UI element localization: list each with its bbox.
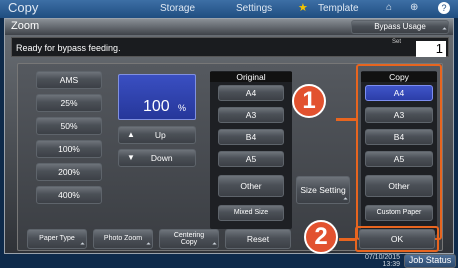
copy-size-other[interactable]: Other [365, 175, 433, 197]
copy-size-column: Copy A4 A3 B4 A5 Other Custom Paper [361, 71, 437, 235]
zoom-preset-ams[interactable]: AMS [36, 71, 102, 89]
help-icon[interactable]: ? [438, 2, 450, 14]
original-size-b4[interactable]: B4 [218, 129, 284, 145]
zoom-preset-100[interactable]: 100% [36, 140, 102, 158]
zoom-up-button[interactable]: ▲ Up [118, 126, 196, 144]
set-count: 1 [416, 41, 446, 57]
copy-size-a4[interactable]: A4 [365, 85, 433, 101]
bypass-usage-button[interactable]: Bypass Usage [351, 20, 449, 34]
zoom-preset-400[interactable]: 400% [36, 186, 102, 204]
dialog-title-bar: Zoom Bypass Usage [5, 19, 453, 35]
zoom-preset-25[interactable]: 25% [36, 94, 102, 112]
dialog-title: Zoom [11, 20, 40, 32]
callout-2-connector [339, 238, 357, 241]
custom-paper-button[interactable]: Custom Paper [365, 205, 433, 221]
reset-button[interactable]: Reset [225, 229, 291, 249]
arrow-down-icon: ▼ [127, 152, 135, 162]
globe-icon[interactable]: ⊕ [410, 2, 418, 13]
zoom-panel: AMS 25% 50% 100% 200% 400% 100 % ▲ Up ▼ … [17, 63, 443, 251]
tab-copy[interactable]: Copy [8, 0, 38, 15]
zoom-down-label: Down [150, 152, 173, 163]
zoom-value-display: 100 % [118, 74, 196, 120]
original-size-a3[interactable]: A3 [218, 107, 284, 123]
time-text: 13:39 [382, 261, 400, 268]
original-size-a4[interactable]: A4 [218, 85, 284, 101]
original-size-column: Original A4 A3 B4 A5 Other Mixed Size [210, 71, 292, 229]
original-size-other[interactable]: Other [218, 175, 284, 197]
status-message: Ready for bypass feeding. [16, 43, 121, 53]
original-header: Original [210, 72, 292, 82]
centering-copy-button[interactable]: Centering Copy [159, 229, 219, 249]
copy-header: Copy [361, 72, 437, 82]
zoom-down-button[interactable]: ▼ Down [118, 149, 196, 167]
tab-storage[interactable]: Storage [160, 3, 195, 14]
original-size-a5[interactable]: A5 [218, 151, 284, 167]
home-icon[interactable]: ⌂ [386, 2, 392, 13]
callout-1-badge: 1 [292, 84, 326, 118]
callout-2-badge: 2 [304, 220, 338, 254]
callout-1-connector [336, 118, 358, 121]
date-text: 07/10/2015 [364, 254, 400, 261]
top-bar: Copy Storage Settings ★ Template ⌂ ⊕ ? [0, 0, 458, 18]
datetime-display: 07/10/2015 13:39 [350, 254, 400, 268]
zoom-up-label: Up [154, 129, 166, 140]
paper-type-button[interactable]: Paper Type [27, 229, 87, 249]
zoom-preset-200[interactable]: 200% [36, 163, 102, 181]
zoom-dialog: Zoom Bypass Usage Ready for bypass feedi… [4, 18, 454, 254]
status-message-bar: Ready for bypass feeding. Set 1 [11, 37, 449, 57]
zoom-unit: % [178, 103, 187, 113]
arrow-up-icon: ▲ [127, 129, 135, 139]
tab-template[interactable]: Template [318, 3, 359, 14]
copy-size-b4[interactable]: B4 [365, 129, 433, 145]
zoom-value: 100 [143, 98, 170, 115]
zoom-preset-50[interactable]: 50% [36, 117, 102, 135]
copy-size-a3[interactable]: A3 [365, 107, 433, 123]
photo-zoom-button[interactable]: Photo Zoom [93, 229, 153, 249]
tab-settings[interactable]: Settings [236, 3, 272, 14]
star-icon: ★ [298, 2, 308, 14]
job-status-button[interactable]: Job Status [404, 254, 456, 268]
mixed-size-button[interactable]: Mixed Size [218, 205, 284, 221]
ok-button[interactable]: OK [359, 229, 435, 249]
copy-size-a5[interactable]: A5 [365, 151, 433, 167]
set-label: Set [392, 39, 402, 45]
size-setting-button[interactable]: Size Setting [296, 176, 350, 204]
